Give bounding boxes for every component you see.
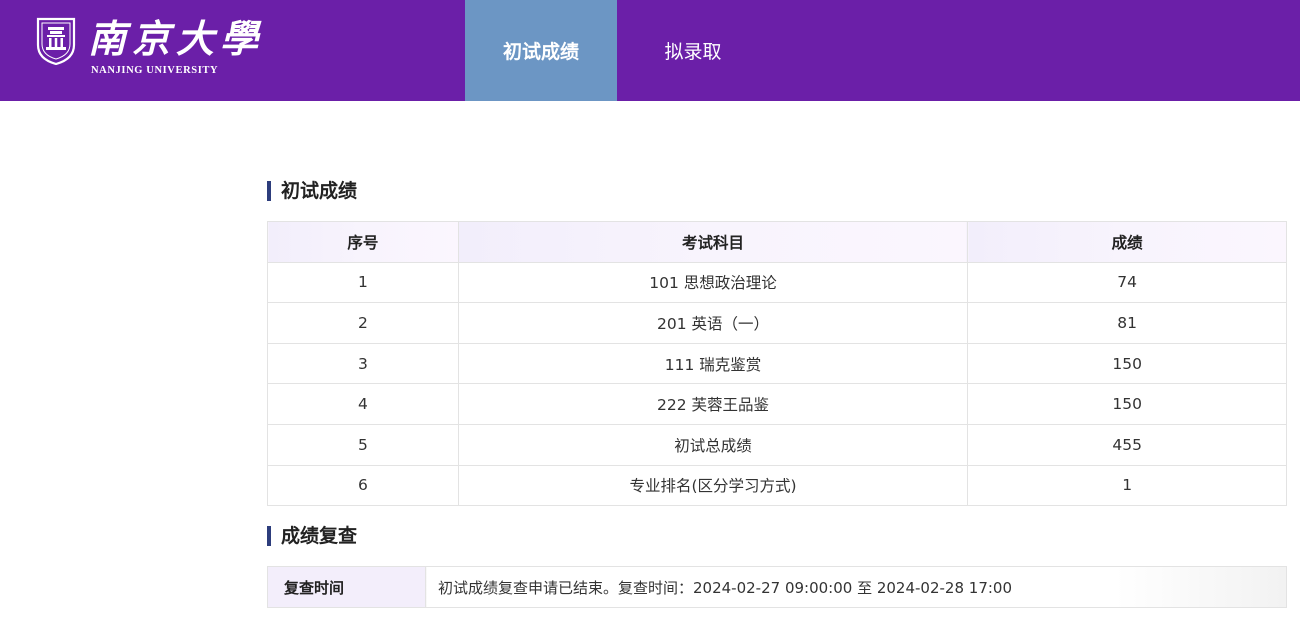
table-row: 6 专业排名(区分学习方式) 1 bbox=[267, 464, 1287, 507]
cell-subject: 222 芙蓉王品鉴 bbox=[457, 383, 969, 425]
brand-name-chinese: 南京大學 bbox=[88, 16, 265, 61]
brand-name-english: NANJING UNIVERSITY bbox=[91, 65, 219, 76]
cell-index: 1 bbox=[267, 261, 459, 304]
review-row: 复查时间 初试成绩复查申请已结束。复查时间：2024-02-27 09:00:0… bbox=[267, 566, 1287, 608]
tab-proposed-admission[interactable]: 拟录取 bbox=[617, 0, 769, 101]
cell-subject: 专业排名(区分学习方式) bbox=[457, 464, 969, 507]
review-time-label: 复查时间 bbox=[267, 566, 426, 608]
cell-score: 1 bbox=[967, 464, 1287, 507]
column-header-subject: 考试科目 bbox=[457, 221, 969, 263]
cell-index: 6 bbox=[267, 464, 459, 507]
cell-score: 150 bbox=[967, 383, 1287, 425]
cell-score: 74 bbox=[967, 261, 1287, 304]
top-header: 南京大學 NANJING UNIVERSITY 初试成绩 拟录取 bbox=[0, 0, 1300, 101]
scores-table: 序号 考试科目 成绩 1 101 思想政治理论 74 2 201 英语（一） 8… bbox=[267, 221, 1287, 507]
cell-subject: 初试总成绩 bbox=[457, 423, 969, 466]
table-row: 3 111 瑞克鉴赏 150 bbox=[267, 342, 1287, 385]
table-row: 4 222 芙蓉王品鉴 150 bbox=[267, 383, 1287, 425]
cell-index: 3 bbox=[267, 342, 459, 385]
section-title-scores: 初试成绩 bbox=[267, 180, 357, 202]
cell-score: 81 bbox=[967, 302, 1287, 344]
university-logo[interactable]: 南京大學 NANJING UNIVERSITY bbox=[36, 15, 258, 81]
cell-subject: 111 瑞克鉴赏 bbox=[457, 342, 969, 385]
table-header-row: 序号 考试科目 成绩 bbox=[267, 221, 1287, 263]
university-emblem-icon bbox=[36, 17, 76, 65]
cell-subject: 101 思想政治理论 bbox=[457, 261, 969, 304]
cell-index: 2 bbox=[267, 302, 459, 344]
column-header-score: 成绩 bbox=[967, 221, 1287, 263]
review-table: 复查时间 初试成绩复查申请已结束。复查时间：2024-02-27 09:00:0… bbox=[267, 566, 1287, 608]
table-row: 5 初试总成绩 455 bbox=[267, 423, 1287, 466]
cell-score: 150 bbox=[967, 342, 1287, 385]
cell-subject: 201 英语（一） bbox=[457, 302, 969, 344]
cell-score: 455 bbox=[967, 423, 1287, 466]
column-header-index: 序号 bbox=[267, 221, 459, 263]
table-row: 2 201 英语（一） 81 bbox=[267, 302, 1287, 344]
section-title-review: 成绩复查 bbox=[267, 525, 357, 547]
review-time-value: 初试成绩复查申请已结束。复查时间：2024-02-27 09:00:00 至 2… bbox=[425, 566, 1287, 608]
tab-preliminary-scores[interactable]: 初试成绩 bbox=[465, 0, 617, 101]
cell-index: 5 bbox=[267, 423, 459, 466]
cell-index: 4 bbox=[267, 383, 459, 425]
table-row: 1 101 思想政治理论 74 bbox=[267, 261, 1287, 304]
